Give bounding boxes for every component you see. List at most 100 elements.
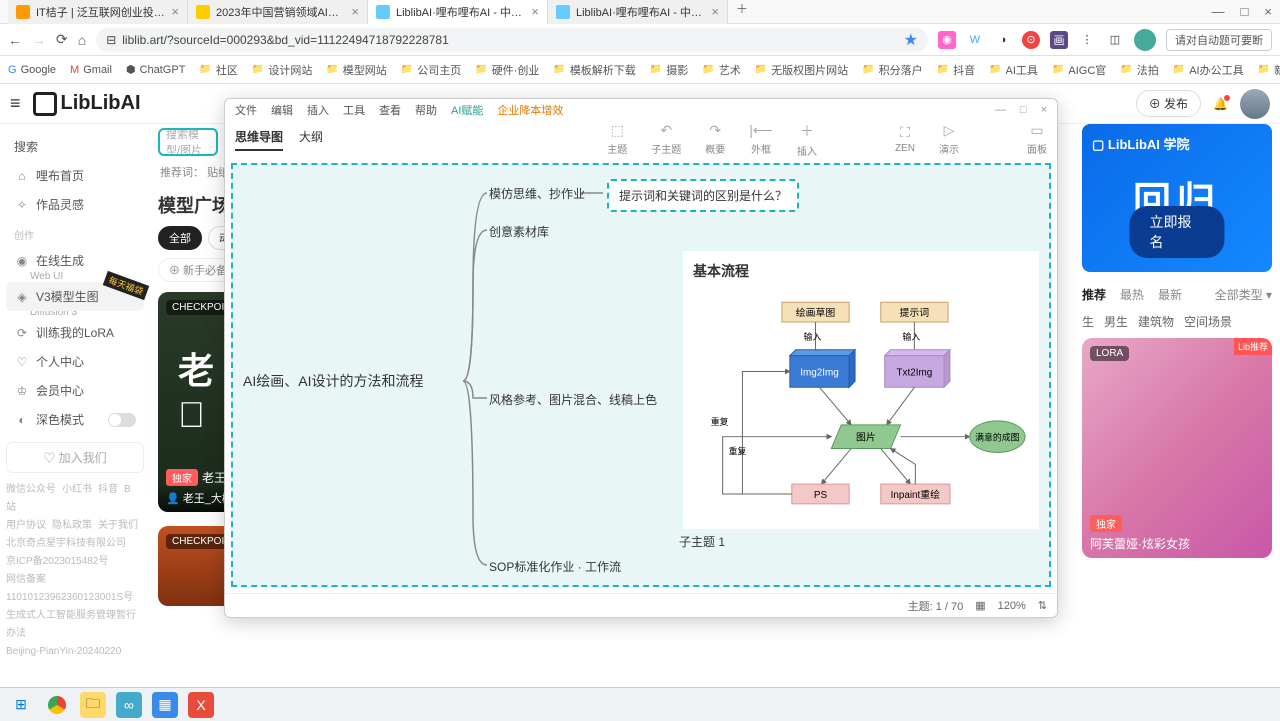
minimize-icon[interactable]: — [995,104,1006,116]
tool-panel[interactable]: ▭面板 [1027,122,1047,156]
bookmark-folder[interactable]: 艺术 [702,62,740,78]
sidebar-item-inspiration[interactable]: ✧作品灵感 [6,190,144,219]
search-input[interactable]: 搜索模型/图片 [158,128,218,156]
explorer-icon[interactable]: 🗀 [80,692,106,718]
browser-tab[interactable]: LiblibAI·哩布哩布AI - 中国领先× [548,0,728,24]
sidebar-item-home[interactable]: ⌂哩布首页 [6,161,144,190]
home-icon[interactable]: ⌂ [78,32,86,48]
bookmark-folder[interactable]: 模板解析下载 [553,62,635,78]
sort-new[interactable]: 最新 [1158,286,1182,303]
close-icon[interactable]: × [171,4,179,19]
minimize-icon[interactable]: — [1212,4,1225,19]
menu-icon[interactable]: ≡ [10,93,21,114]
bookmark-folder[interactable]: 抖音 [937,62,975,78]
reload-icon[interactable]: ⟳ [56,31,68,48]
type-select[interactable]: 全部类型 ▾ [1215,286,1272,303]
close-icon[interactable]: × [1041,104,1047,116]
menu-view[interactable]: 查看 [379,102,401,118]
tool-subtopic[interactable]: ↶子主题 [651,122,681,156]
maximize-icon[interactable]: □ [1020,104,1027,116]
close-icon[interactable]: × [351,4,359,19]
bookmark-folder[interactable]: 法拍 [1120,62,1158,78]
bookmark-folder[interactable]: 设计网站 [252,62,312,78]
site-info-icon[interactable]: ⊟ [106,33,116,47]
new-tab-button[interactable]: ＋ [728,0,756,24]
bookmark[interactable]: GGoogle [8,64,56,76]
close-icon[interactable]: × [711,4,719,19]
bookmark[interactable]: ⬢ChatGPT [126,63,185,76]
back-icon[interactable]: ← [8,32,22,48]
bookmark-folder[interactable]: 新能源汽车 [1258,62,1280,78]
menu-file[interactable]: 文件 [235,102,257,118]
address-bar[interactable]: ⊟ liblib.art/?sourceId=000293&bd_vid=111… [96,28,928,52]
bookmark-folder[interactable]: AIGC官 [1052,62,1106,78]
map-icon[interactable]: ▦ [975,599,985,612]
tool-boundary[interactable]: |⟵外框 [749,122,773,156]
browser-tab[interactable]: IT桔子 | 泛互联网创业投资项目× [8,0,188,24]
tag[interactable]: 生 [1082,313,1094,330]
forward-icon[interactable]: → [32,32,46,48]
start-icon[interactable]: ⊞ [8,692,34,718]
star-icon[interactable]: ★ [904,30,918,50]
bookmark-folder[interactable]: 硬件·创业 [475,62,539,78]
close-icon[interactable]: × [531,4,539,19]
menu-insert[interactable]: 插入 [307,102,329,118]
zoom-stepper[interactable]: ⇅ [1038,599,1047,612]
maximize-icon[interactable]: □ [1241,4,1249,19]
menu-ai[interactable]: AI赋能 [451,102,483,118]
bookmark-folder[interactable]: 摄影 [650,62,688,78]
mindmap-root-node[interactable]: AI绘画、AI设计的方法和流程 [243,371,423,391]
site-logo[interactable]: LibLibAI [33,92,141,116]
ext-icon[interactable]: 画 [1050,31,1068,49]
bookmark-folder[interactable]: 模型网站 [326,62,386,78]
ext-icon[interactable]: ◑ [994,31,1012,49]
bookmark-folder[interactable]: 公司主页 [401,62,461,78]
mindmap-selected-node[interactable]: 提示词和关键词的区别是什么？ [607,179,799,212]
tool-summary[interactable]: ↷概要 [705,122,725,156]
join-us-button[interactable]: ♡ 加入我们 [6,442,144,473]
browser-tab[interactable]: 2023年中国营销领域AIGC技× [188,0,368,24]
sidebar-item-vip[interactable]: ♔会员中心 [6,376,144,405]
sidebar-item-v3[interactable]: ◈V3模型生图每天福袋 [6,282,144,311]
academy-banner[interactable]: ▢ LibLibAI 学院 回归 立即报名 [1082,124,1272,272]
menu-enterprise[interactable]: 企业降本增效 [497,102,563,118]
menu-tools[interactable]: 工具 [343,102,365,118]
bookmark-folder[interactable]: AI办公工具 [1173,62,1244,78]
sidebar-search[interactable]: 搜索 [6,132,144,161]
signup-button[interactable]: 立即报名 [1130,206,1225,258]
autofill-button[interactable]: 请对自动题可要断 [1166,29,1272,51]
tool-present[interactable]: ▷演示 [939,122,959,156]
tab-outline[interactable]: 大纲 [299,128,323,151]
mindmap-canvas[interactable]: AI绘画、AI设计的方法和流程 模仿思维、抄作业 创意素材库 风格参考、图片混合… [231,163,1051,587]
bookmark-folder[interactable]: 社区 [199,62,237,78]
ext-icon[interactable]: ⊙ [1022,31,1040,49]
sidebar-item-lora[interactable]: ⟳训练我的LoRA [6,318,144,347]
bookmark-folder[interactable]: 积分落户 [862,62,922,78]
model-card[interactable]: LORA Lib推荐 独家 阿芙蕾娅·炫彩女孩 [1082,338,1272,558]
tab-mindmap[interactable]: 思维导图 [235,128,283,151]
tool-insert[interactable]: ＋插入 [797,121,817,158]
zoom-level[interactable]: 120% [998,600,1026,612]
bookmark[interactable]: MGmail [70,64,112,76]
ext-icon[interactable]: ◉ [938,31,956,49]
filter-chip-all[interactable]: 全部 [158,226,202,250]
ext-icon[interactable]: W [966,31,984,49]
mindmap-branch[interactable]: 模仿思维、抄作业 [489,185,585,202]
sort-recommend[interactable]: 推荐 [1082,286,1106,303]
bookmark-folder[interactable]: AI工具 [989,62,1038,78]
darkmode-toggle[interactable] [108,413,136,427]
tag[interactable]: 男生 [1104,313,1128,330]
chrome-icon[interactable] [44,692,70,718]
sidepanel-icon[interactable]: ◫ [1106,31,1124,49]
mindmap-branch[interactable]: 风格参考、图片混合、线稿上色 [489,391,657,408]
sidebar-item-darkmode[interactable]: ◐深色模式 [6,405,144,434]
ext-icon[interactable]: ⋮ [1078,31,1096,49]
notification-icon[interactable]: 🔔 [1213,97,1228,111]
menu-help[interactable]: 帮助 [415,102,437,118]
sidebar-item-profile[interactable]: ♡个人中心 [6,347,144,376]
tag[interactable]: 空间场景 [1184,313,1232,330]
publish-button[interactable]: ⊕ 发布 [1136,90,1201,117]
app-icon[interactable]: X [188,692,214,718]
close-window-icon[interactable]: × [1264,4,1272,19]
user-avatar[interactable] [1240,89,1270,119]
